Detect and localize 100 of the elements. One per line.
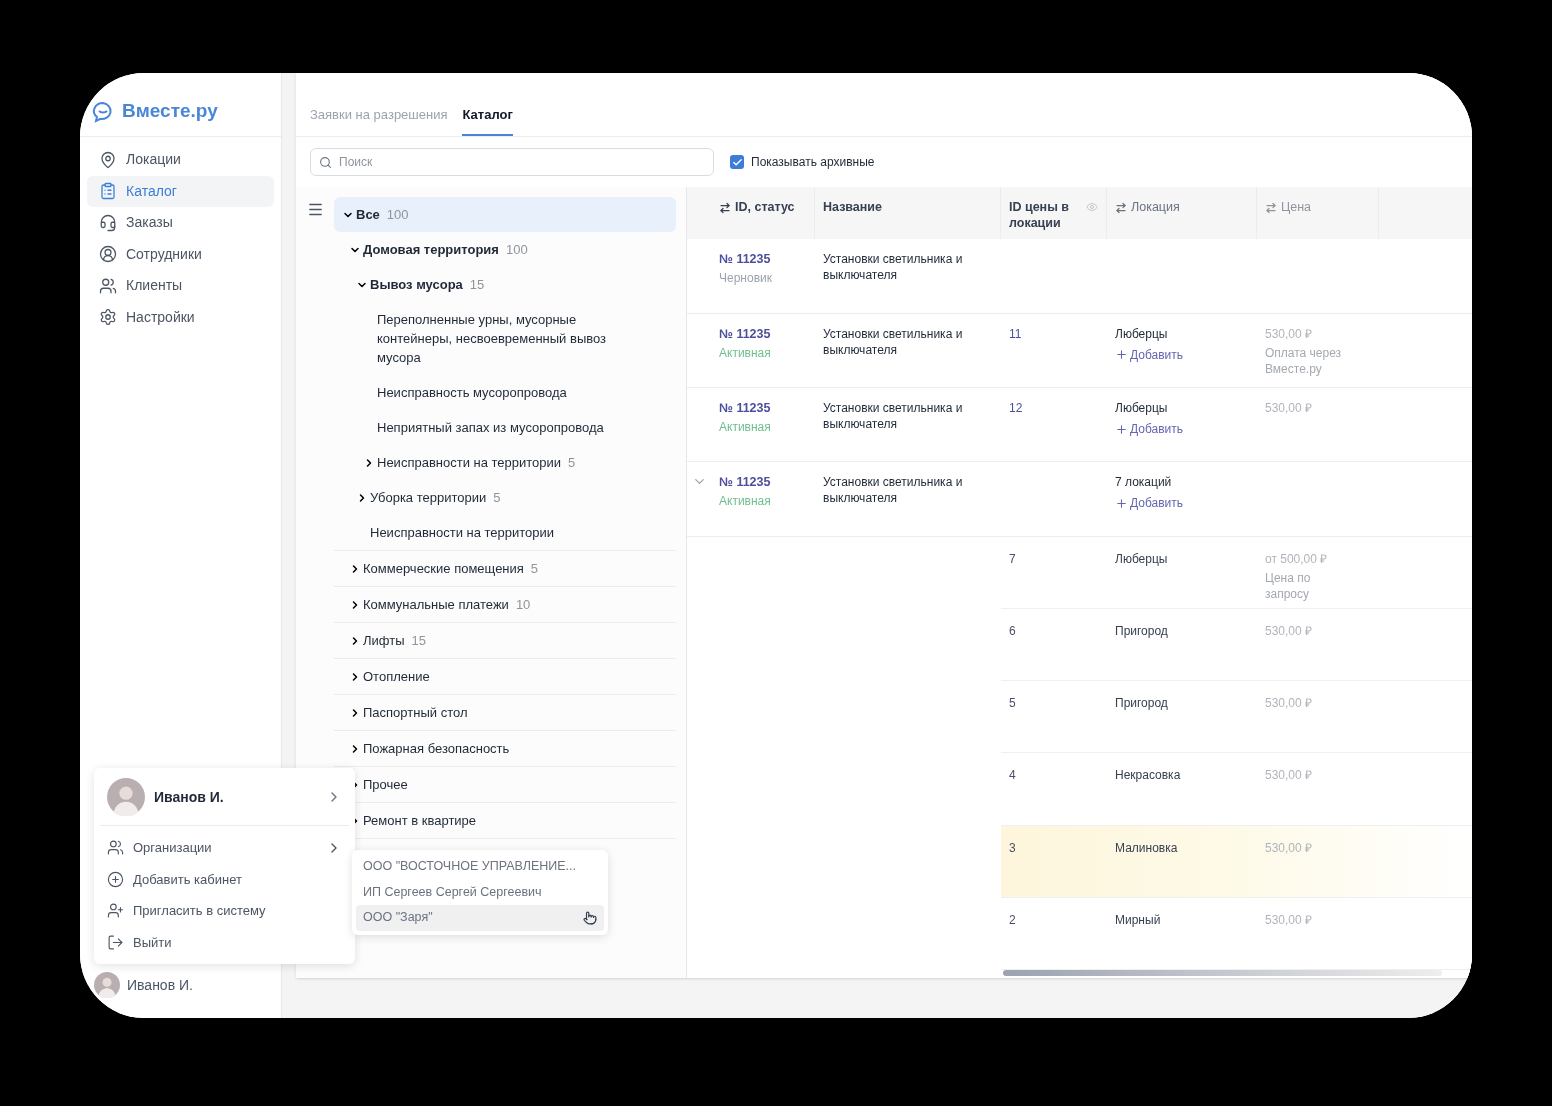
sort-icon[interactable] (1115, 202, 1127, 214)
search-icon (319, 156, 332, 169)
table-cell: Люберцы (1115, 551, 1168, 566)
price-note: Цена по запросу (1265, 569, 1312, 602)
plus-icon (1115, 496, 1128, 510)
tree-item[interactable]: Лифты 15 (334, 623, 676, 658)
logout-icon (107, 933, 124, 951)
request-id-link[interactable]: № 11235 (719, 325, 807, 342)
price-note: Оплата через Вместе.ру (1265, 344, 1343, 377)
nav-item[interactable]: Каталог (87, 175, 274, 207)
price-text: 530,00 ₽ (1265, 695, 1314, 712)
table-cell: Пригород (1115, 623, 1168, 638)
tree-item[interactable]: Отопление (334, 659, 676, 694)
tree-item[interactable]: Паспортный стол (334, 695, 676, 730)
tree-item[interactable]: Уборка территории 5 (334, 480, 676, 515)
menu-item[interactable]: Пригласить в систему (100, 895, 349, 927)
nav-item[interactable]: Клиенты (87, 270, 274, 302)
menu-item[interactable]: ООО "Заря" (356, 905, 604, 931)
menu-item[interactable]: Добавить кабинет (100, 863, 349, 895)
price-text: 530,00 ₽ (1265, 911, 1314, 928)
scrollbar[interactable] (1003, 970, 1442, 976)
nav-item[interactable]: Сотрудники (87, 238, 274, 270)
avatar (94, 972, 120, 998)
tree-item[interactable]: Все 100 (334, 197, 676, 232)
person-circle-icon (99, 245, 117, 264)
plus-circle-icon (107, 870, 124, 888)
list-icon (99, 182, 117, 201)
tree-item[interactable]: Неисправности на территории (334, 515, 676, 550)
search-field[interactable]: Поиск (310, 148, 714, 176)
tab[interactable]: Каталог (462, 104, 513, 136)
column-header[interactable]: ID цены в локации (1001, 187, 1107, 240)
table-cell: 7 (1009, 551, 1016, 566)
request-id-link[interactable]: № 11235 (719, 474, 807, 491)
column-header[interactable]: Локация (1107, 187, 1257, 240)
column-header[interactable]: Название (815, 187, 1001, 240)
table-cell: Установки светильника и выключателя (823, 401, 963, 432)
table-cell: 11 (1009, 326, 1022, 341)
nav-item[interactable]: Заказы (87, 207, 274, 239)
menu-icon[interactable] (306, 201, 324, 218)
table-cell: 12 (1009, 401, 1023, 416)
status-text: Активная (719, 419, 772, 436)
add-link[interactable]: Добавить (1115, 346, 1184, 363)
table-cell: 3 (1009, 840, 1016, 855)
user-menu-header[interactable]: Иванов И. (100, 774, 349, 826)
map-pin-icon (99, 150, 117, 169)
table-cell: 4 (1009, 768, 1016, 783)
tree-item[interactable]: Домовая территория 100 (334, 232, 676, 267)
status-text: Черновик (719, 270, 773, 287)
users-icon (99, 276, 117, 295)
table-cell: Некрасовка (1115, 768, 1181, 783)
user-profile[interactable]: Иванов И. (94, 972, 281, 998)
table-cell: Установки светильника и выключателя (823, 252, 963, 283)
add-user-icon (107, 902, 124, 920)
price-text: 530,00 ₽ (1265, 767, 1314, 784)
add-link[interactable]: Добавить (1115, 421, 1184, 438)
status-text: Активная (719, 493, 772, 510)
sort-icon[interactable] (719, 202, 731, 214)
nav-item[interactable]: Локации (87, 144, 274, 176)
tree-item[interactable]: Вывоз мусора 15 (334, 267, 676, 302)
request-id-link[interactable]: № 11235 (719, 400, 807, 417)
tree-item[interactable]: Коммерческие помещения 5 (334, 551, 676, 586)
price-text: 530,00 ₽ (1265, 400, 1314, 417)
status-text: Активная (719, 344, 772, 361)
headset-icon (99, 213, 117, 232)
plus-icon (1115, 348, 1128, 362)
table-cell: Люберцы (1115, 400, 1168, 417)
request-id-link[interactable]: № 11235 (719, 251, 807, 268)
table-cell: 2 (1009, 912, 1016, 927)
table-cell: Люберцы (1115, 325, 1168, 342)
menu-item[interactable]: ИП Сергеев Сергей Сергеевич (356, 879, 604, 905)
table-cell: 7 локаций (1115, 474, 1172, 491)
settings-icon (99, 308, 117, 327)
table-cell: Установки светильника и выключателя (823, 475, 963, 506)
price-text: 530,00 ₽ (1265, 839, 1314, 856)
avatar (107, 778, 145, 816)
checkbox[interactable] (730, 155, 744, 169)
tree-item[interactable]: Неприятный запах из мусоропровода (334, 410, 676, 445)
table-cell: 6 (1009, 623, 1016, 638)
nav-item[interactable]: Настройки (87, 301, 274, 333)
tree-item[interactable]: Пожарная безопасность (334, 731, 676, 766)
table-cell: Пригород (1115, 696, 1168, 711)
price-text: 530,00 ₽ (1265, 325, 1314, 342)
table-cell: Установки светильника и выключателя (823, 326, 963, 357)
checkbox-label: Показывать архивные (751, 154, 875, 171)
tree-item[interactable]: Неисправности на территории 5 (334, 445, 676, 480)
menu-item[interactable]: Выйти (100, 926, 349, 958)
table-cell: Малиновка (1115, 840, 1178, 855)
table-cell: 5 (1009, 696, 1016, 711)
menu-item[interactable]: ООО "ВОСТОЧНОЕ УПРАВЛЕНИЕ... (356, 854, 604, 880)
price-text: 530,00 ₽ (1265, 622, 1314, 639)
hand-pointer-icon (583, 910, 597, 925)
tree-item[interactable]: Коммунальные платежи 10 (334, 587, 676, 622)
column-header[interactable]: ID, статус (711, 187, 815, 240)
price-text: от 500,00 ₽ (1265, 550, 1329, 567)
add-link[interactable]: Добавить (1115, 495, 1184, 512)
tree-item[interactable]: Неисправность мусоропровода (334, 375, 676, 410)
users-icon (107, 839, 124, 857)
table-cell: Мирный (1115, 912, 1161, 927)
plus-icon (1115, 422, 1128, 436)
tree-item[interactable]: Переполненные урны, мусорные контейнеры, несвоевременный вывоз мусора (334, 302, 676, 375)
